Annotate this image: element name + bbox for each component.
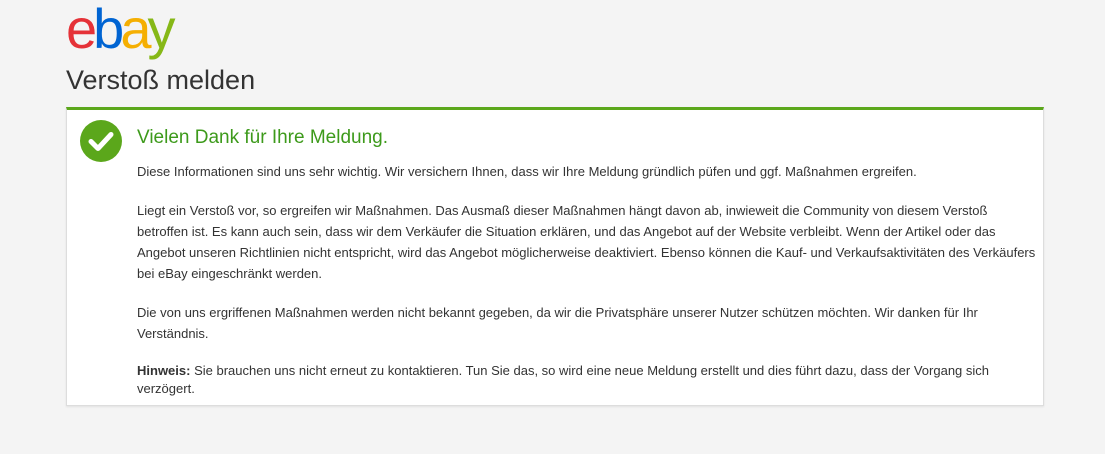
note-text: Sie brauchen uns nicht erneut zu kontakt…: [137, 363, 990, 396]
logo-letter-b: b: [93, 0, 124, 60]
confirmation-heading: Vielen Dank für Ihre Meldung.: [137, 127, 389, 148]
page-title: Verstoß melden: [66, 65, 256, 95]
ebay-logo[interactable]: ebay: [66, 0, 175, 60]
check-circle-icon: [80, 120, 122, 162]
note-label: Hinweis:: [137, 363, 191, 378]
logo-letter-e: e: [66, 0, 97, 60]
logo-letter-a: a: [120, 0, 151, 60]
logo-letter-y: y: [147, 0, 175, 60]
measures-paragraph: Liegt ein Verstoß vor, so ergreifen wir …: [137, 203, 1036, 281]
confirmation-body: Diese Informationen sind uns sehr wichti…: [137, 161, 1037, 416]
note-paragraph: Hinweis: Sie brauchen uns nicht erneut z…: [137, 362, 1037, 398]
info-paragraph: Diese Informationen sind uns sehr wichti…: [137, 164, 917, 179]
confirmation-panel: Vielen Dank für Ihre Meldung. Diese Info…: [66, 107, 1044, 406]
privacy-paragraph: Die von uns ergriffenen Maßnahmen werden…: [137, 305, 978, 341]
